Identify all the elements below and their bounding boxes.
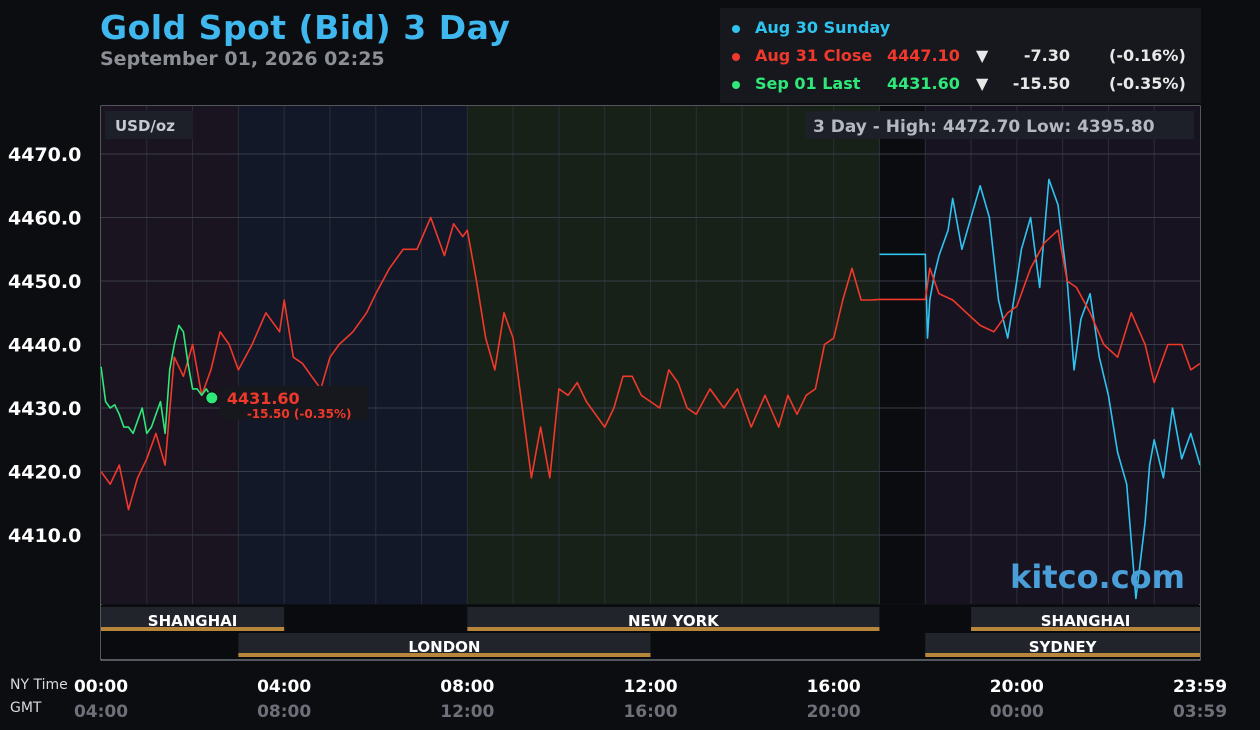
- current-price-marker: [205, 391, 219, 405]
- london-region: [238, 106, 468, 604]
- ny-time-tick: 04:00: [257, 677, 311, 697]
- gmt-time-tick: 08:00: [257, 702, 311, 722]
- gmt-time-tick: 00:00: [990, 702, 1044, 722]
- y-tick-label: 4410.0: [8, 525, 81, 547]
- gold-price-chart: 4410.0 4420.0 4430.0 4440.0 4450.0 4460.0 4470…: [8, 105, 1227, 722]
- gmt-time-tick: 16:00: [623, 702, 677, 722]
- ny-time-label: NY Time: [10, 677, 68, 693]
- shanghai-region: [101, 106, 239, 604]
- y-tick-label: 4440.0: [8, 335, 81, 357]
- session-label: NEW YORK: [628, 612, 720, 630]
- gmt-time-tick: 03:59: [1173, 702, 1227, 722]
- y-tick-label: 4450.0: [8, 271, 81, 293]
- ny-time-tick: 08:00: [440, 677, 494, 697]
- session-label: SHANGHAI: [148, 612, 238, 630]
- gmt-time-tick: 20:00: [807, 702, 861, 722]
- gmt-time-tick: 04:00: [74, 702, 128, 722]
- newyork-region: [467, 106, 880, 604]
- ny-time-tick: 00:00: [74, 677, 128, 697]
- high-low-label: 3 Day - High: 4472.70 Low: 4395.80: [813, 117, 1155, 137]
- ny-time-tick: 23:59: [1173, 677, 1227, 697]
- ny-time-tick: 20:00: [990, 677, 1044, 697]
- closed-region: [879, 106, 926, 604]
- ny-time-tick: 16:00: [807, 677, 861, 697]
- gmt-time-tick: 12:00: [440, 702, 494, 722]
- kitco-watermark: kitco.com: [1010, 558, 1185, 596]
- session-label: SHANGHAI: [1041, 612, 1131, 630]
- current-price-label: 4431.60: [227, 389, 300, 408]
- y-tick-label: 4430.0: [8, 398, 81, 420]
- session-label: LONDON: [408, 638, 480, 656]
- gmt-label: GMT: [10, 700, 42, 716]
- y-tick-label: 4470.0: [8, 144, 81, 166]
- y-tick-label: 4420.0: [8, 462, 81, 484]
- session-label: SYDNEY: [1029, 638, 1098, 656]
- y-tick-label: 4460.0: [8, 208, 81, 230]
- unit-label: USD/oz: [115, 117, 175, 135]
- current-change-label: -15.50 (-0.35%): [247, 407, 352, 421]
- ny-time-tick: 12:00: [623, 677, 677, 697]
